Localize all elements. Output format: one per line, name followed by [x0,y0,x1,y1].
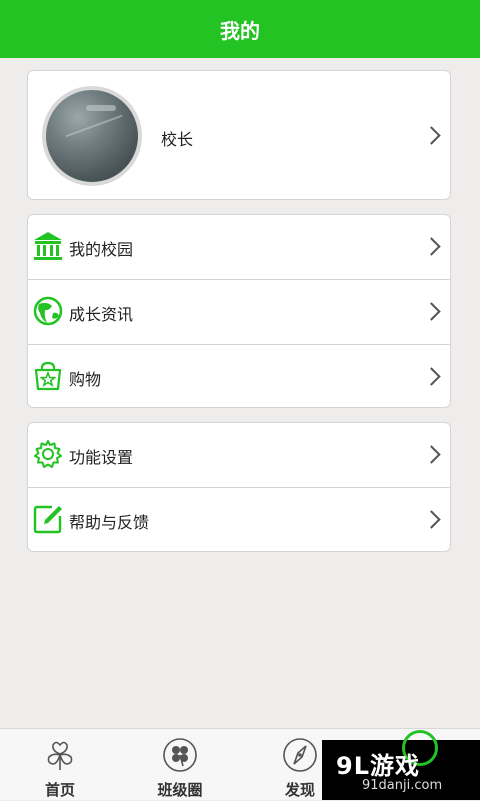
shopping-bag-icon [34,361,62,391]
chevron-right-icon [422,302,441,321]
avatar [42,86,142,186]
profile-name: 校长 [161,130,194,149]
chevron-right-icon [422,126,441,145]
school-building-icon [34,232,62,260]
menu-item-label: 购物 [69,370,102,389]
tab-label: 首页 [44,781,75,799]
watermark-title: 9L游戏 [336,752,420,780]
edit-icon [33,505,62,534]
chevron-right-icon [422,237,441,256]
compass-icon [283,738,317,772]
tab-class-circle[interactable]: 班级圈 [120,729,240,801]
menu-item-help-feedback[interactable]: 帮助与反馈 [28,488,450,552]
menu-group-primary: 我的校园 成长资讯 购物 [27,214,451,408]
chevron-right-icon [422,445,441,464]
menu-item-label: 我的校园 [69,240,134,259]
watermark-subtitle: 91danji.com [362,778,443,793]
chevron-right-icon [422,367,441,386]
menu-item-label: 成长资讯 [69,305,134,324]
leaf-globe-icon [33,296,63,326]
menu-item-label: 帮助与反馈 [69,513,150,532]
menu-item-my-campus[interactable]: 我的校园 [28,215,450,279]
menu-item-settings[interactable]: 功能设置 [28,423,450,487]
watermark-logo: 9L游戏 91danji.com [322,730,480,800]
menu-item-growth-news[interactable]: 成长资讯 [28,280,450,344]
title-bar: 我的 [0,0,480,58]
tab-home[interactable]: 首页 [0,729,120,801]
menu-group-secondary: 功能设置 帮助与反馈 [27,422,451,552]
profile-card[interactable]: 校长 [27,70,451,200]
chevron-right-icon [422,510,441,529]
menu-item-shopping[interactable]: 购物 [28,345,450,409]
page-title: 我的 [220,18,260,43]
tab-label: 班级圈 [157,781,203,799]
menu-item-label: 功能设置 [69,448,134,467]
clover-outline-icon [47,741,73,770]
gear-icon [34,440,62,468]
clover-circle-icon [163,738,197,772]
